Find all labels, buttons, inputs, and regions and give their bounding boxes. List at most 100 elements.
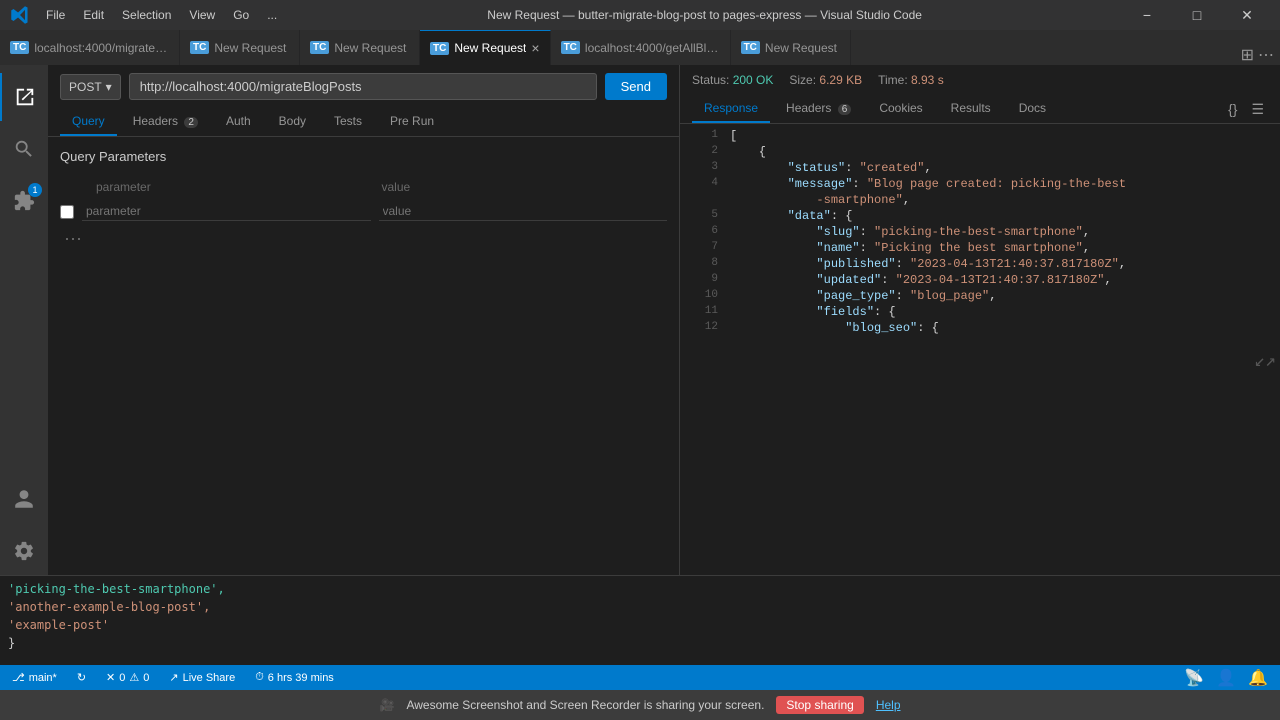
- live-share-label: Live Share: [183, 672, 236, 684]
- tab-3[interactable]: TC New Request: [300, 30, 420, 65]
- resp-tab-cookies[interactable]: Cookies: [867, 95, 934, 123]
- tab-6[interactable]: TC New Request: [731, 30, 851, 65]
- resp-tab-headers[interactable]: Headers 6: [774, 95, 863, 123]
- resp-tab-results[interactable]: Results: [939, 95, 1003, 123]
- menu-view[interactable]: View: [181, 6, 223, 24]
- json-line: 6 "slug": "picking-the-best-smartphone",: [680, 224, 1280, 240]
- tab-close-icon[interactable]: ×: [531, 40, 539, 56]
- activity-search[interactable]: [0, 125, 48, 173]
- activity-settings[interactable]: [0, 527, 48, 575]
- json-line: -smartphone",: [680, 192, 1280, 208]
- title-bar-left: File Edit Selection View Go ...: [10, 5, 285, 25]
- help-link[interactable]: Help: [876, 698, 901, 712]
- account-icon[interactable]: 👤: [1212, 664, 1240, 692]
- query-checkbox[interactable]: [60, 205, 74, 219]
- error-warnings[interactable]: ✕ 0 ⚠ 0: [102, 671, 153, 684]
- resp-tab-docs[interactable]: Docs: [1007, 95, 1058, 123]
- tab-tc-label: TC: [190, 41, 209, 54]
- response-status: Status: 200 OK Size: 6.29 KB Time: 8.93 …: [680, 65, 1280, 95]
- status-bar: ⎇ main* ↻ ✕ 0 ⚠ 0 ↗ Live Share ⏱ 6 hrs 3…: [0, 665, 1280, 690]
- json-line: 12 "blog_seo": {: [680, 320, 1280, 336]
- maximize-button[interactable]: □: [1174, 0, 1220, 30]
- tab-1[interactable]: TC localhost:4000/migrateBlo...: [0, 30, 180, 65]
- json-line: 7 "name": "Picking the best smartphone",: [680, 240, 1280, 256]
- format-icon[interactable]: {}: [1224, 97, 1241, 121]
- tab-headers[interactable]: Headers 2: [121, 108, 210, 136]
- tab-tests[interactable]: Tests: [322, 108, 374, 136]
- more-options-icon[interactable]: ☰: [1247, 97, 1268, 122]
- menu-file[interactable]: File: [38, 6, 73, 24]
- tab-label: New Request: [214, 41, 289, 55]
- menu-more[interactable]: ...: [259, 6, 285, 24]
- tab-prerun[interactable]: Pre Run: [378, 108, 446, 136]
- tab-tc-label: TC: [741, 41, 760, 54]
- broadcast-icon[interactable]: 📡: [1180, 664, 1208, 692]
- vscode-logo-icon: [10, 5, 30, 25]
- error-icon: ✕: [106, 671, 115, 684]
- status-value: 200 OK: [733, 73, 774, 87]
- activity-bar: 1: [0, 65, 48, 575]
- method-chevron-icon: ▾: [106, 80, 112, 94]
- more-tabs-icon[interactable]: ⋯: [1258, 45, 1274, 65]
- bell-icon[interactable]: 🔔: [1244, 664, 1272, 692]
- notification-bar: 🎥 Awesome Screenshot and Screen Recorder…: [0, 690, 1280, 720]
- window-title: New Request — butter-migrate-blog-post t…: [285, 8, 1124, 22]
- query-value-input[interactable]: [379, 202, 668, 221]
- tab-4-active[interactable]: TC New Request ×: [420, 30, 551, 65]
- close-button[interactable]: ✕: [1224, 0, 1270, 30]
- notification-text: Awesome Screenshot and Screen Recorder i…: [406, 698, 764, 712]
- tab-tc-label: TC: [430, 42, 449, 55]
- activity-extensions[interactable]: 1: [0, 177, 48, 225]
- terminal: 'picking-the-best-smartphone', 'another-…: [0, 575, 1280, 665]
- tab-label: New Request: [765, 41, 840, 55]
- json-line: 8 "published": "2023-04-13T21:40:37.8171…: [680, 256, 1280, 272]
- scroll-indicator: ↙↗: [1254, 350, 1276, 372]
- query-table: parameter value: [60, 176, 667, 225]
- size-info: Size: 6.29 KB: [789, 73, 862, 87]
- query-row: [60, 198, 667, 225]
- tab-query[interactable]: Query: [60, 108, 117, 136]
- live-share-icon: ↗: [169, 671, 178, 684]
- sync-button[interactable]: ↻: [73, 671, 90, 684]
- menu-selection[interactable]: Selection: [114, 6, 179, 24]
- notification-icon: 🎥: [380, 698, 395, 712]
- check-column-header: [68, 180, 88, 194]
- json-line: 5 "data": {: [680, 208, 1280, 224]
- query-table-header: parameter value: [60, 176, 667, 198]
- tab-auth[interactable]: Auth: [214, 108, 263, 136]
- query-param-input[interactable]: [82, 202, 371, 221]
- activity-explorer[interactable]: [0, 73, 48, 121]
- tab-5[interactable]: TC localhost:4000/getAllBlog...: [551, 30, 731, 65]
- git-branch[interactable]: ⎇ main*: [8, 671, 61, 684]
- menu-go[interactable]: Go: [225, 6, 257, 24]
- size-value: 6.29 KB: [819, 73, 862, 87]
- url-input[interactable]: [129, 73, 597, 100]
- terminal-line: 'picking-the-best-smartphone',: [8, 580, 1272, 598]
- split-editor-icon[interactable]: ⊞: [1241, 45, 1254, 65]
- send-button[interactable]: Send: [605, 73, 667, 100]
- resp-tab-response[interactable]: Response: [692, 95, 770, 123]
- tab-actions[interactable]: ⊞ ⋯: [1235, 45, 1280, 65]
- request-panel: POST ▾ Send Query Headers 2 Auth Body Te…: [48, 65, 680, 575]
- timer-info[interactable]: ⏱ 6 hrs 39 mins: [251, 671, 338, 684]
- menu-edit[interactable]: Edit: [75, 6, 112, 24]
- live-share-button[interactable]: ↗ Live Share: [165, 671, 239, 684]
- minimize-button[interactable]: −: [1124, 0, 1170, 30]
- json-line: 1 [: [680, 128, 1280, 144]
- tab-body[interactable]: Body: [267, 108, 318, 136]
- json-line: 10 "page_type": "blog_page",: [680, 288, 1280, 304]
- activity-accounts[interactable]: [0, 475, 48, 523]
- more-options-icon[interactable]: ⋯: [60, 225, 667, 254]
- tab-label: localhost:4000/migrateBlo...: [34, 41, 169, 55]
- json-line: 3 "status": "created",: [680, 160, 1280, 176]
- json-line: 11 "fields": {: [680, 304, 1280, 320]
- main-area: 1 POST ▾ Send Query Headers 2: [0, 65, 1280, 575]
- json-line: 9 "updated": "2023-04-13T21:40:37.817180…: [680, 272, 1280, 288]
- json-line: 2 {: [680, 144, 1280, 160]
- terminal-line: }: [8, 634, 1272, 652]
- terminal-line: 'another-example-blog-post',: [8, 598, 1272, 616]
- method-select[interactable]: POST ▾: [60, 74, 121, 100]
- stop-sharing-button[interactable]: Stop sharing: [776, 696, 863, 714]
- time-value: 8.93 s: [911, 73, 944, 87]
- tab-2[interactable]: TC New Request: [180, 30, 300, 65]
